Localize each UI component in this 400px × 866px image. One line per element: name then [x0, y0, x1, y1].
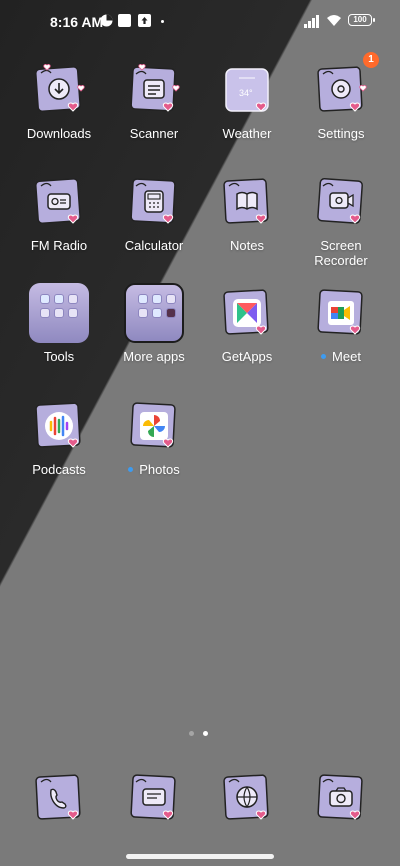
home-indicator[interactable]	[126, 854, 274, 859]
weather-icon: 34°	[217, 60, 277, 120]
download-icon	[29, 60, 89, 120]
app-label: Meet	[291, 349, 391, 364]
folder-icon	[29, 283, 89, 343]
new-install-dot	[321, 354, 327, 359]
app-weather[interactable]: 34° Weather	[197, 60, 297, 141]
more-dot-icon	[161, 20, 164, 23]
folder-icon	[124, 283, 184, 343]
app-getapps[interactable]: GetApps	[197, 283, 297, 364]
recorder-icon	[311, 172, 371, 232]
scanner-icon	[124, 60, 184, 120]
dock-browser[interactable]	[197, 768, 297, 828]
notes-icon	[217, 172, 277, 232]
app-label: Tools	[43, 349, 75, 364]
messages-icon	[124, 768, 184, 828]
notification-badge: 1	[363, 52, 379, 68]
getapps-icon	[217, 283, 277, 343]
app-downloads[interactable]: Downloads	[9, 60, 109, 141]
new-install-dot	[128, 467, 134, 472]
app-label: Calculator	[124, 238, 184, 253]
app-label: GetApps	[221, 349, 273, 364]
app-label: Photos	[104, 462, 204, 477]
app-label: FM Radio	[30, 238, 88, 253]
app-notes[interactable]: Notes	[197, 172, 297, 253]
app-label: More apps	[123, 349, 185, 364]
app-settings[interactable]: 1 Settings	[291, 52, 391, 141]
app-scanner[interactable]: Scanner	[104, 60, 204, 141]
dock-messages[interactable]	[104, 768, 204, 828]
dock-camera[interactable]	[291, 768, 391, 828]
app-label: Downloads	[26, 126, 92, 141]
app-icon	[118, 14, 131, 27]
status-bar: 8:16 AM 100	[0, 0, 400, 44]
app-meet[interactable]: Meet	[291, 283, 391, 364]
app-calculator[interactable]: Calculator	[104, 172, 204, 253]
photo-icon	[100, 14, 113, 27]
app-label: Weather	[222, 126, 272, 141]
page-dot[interactable]	[189, 731, 194, 736]
podcasts-icon	[29, 396, 89, 456]
meet-icon	[311, 283, 371, 343]
battery-icon: 100	[348, 14, 375, 26]
app-label: Notes	[230, 238, 264, 253]
page-indicator[interactable]	[189, 731, 213, 739]
upload-icon	[138, 14, 151, 27]
weather-temp: 34°	[239, 88, 253, 98]
gear-icon: 1	[311, 52, 379, 120]
app-photos[interactable]: Photos	[104, 396, 204, 477]
browser-icon	[217, 768, 277, 828]
folder-more-apps[interactable]: More apps	[104, 283, 204, 364]
wifi-icon	[327, 15, 341, 26]
app-label: Screen Recorder	[314, 238, 368, 268]
page-dot-active[interactable]	[203, 731, 208, 736]
app-screen-recorder[interactable]: Screen Recorder	[291, 172, 391, 268]
calculator-icon	[124, 172, 184, 232]
radio-icon	[29, 172, 89, 232]
camera-icon	[311, 768, 371, 828]
signal-icon	[304, 14, 322, 28]
app-label: Podcasts	[32, 462, 86, 477]
app-label: Scanner	[129, 126, 179, 141]
app-label: Settings	[317, 126, 365, 141]
phone-icon	[29, 768, 89, 828]
folder-tools[interactable]: Tools	[9, 283, 109, 364]
app-fm-radio[interactable]: FM Radio	[9, 172, 109, 253]
photos-icon	[124, 396, 184, 456]
app-podcasts[interactable]: Podcasts	[9, 396, 109, 477]
dock-phone[interactable]	[9, 768, 109, 828]
status-time: 8:16 AM	[50, 14, 104, 30]
